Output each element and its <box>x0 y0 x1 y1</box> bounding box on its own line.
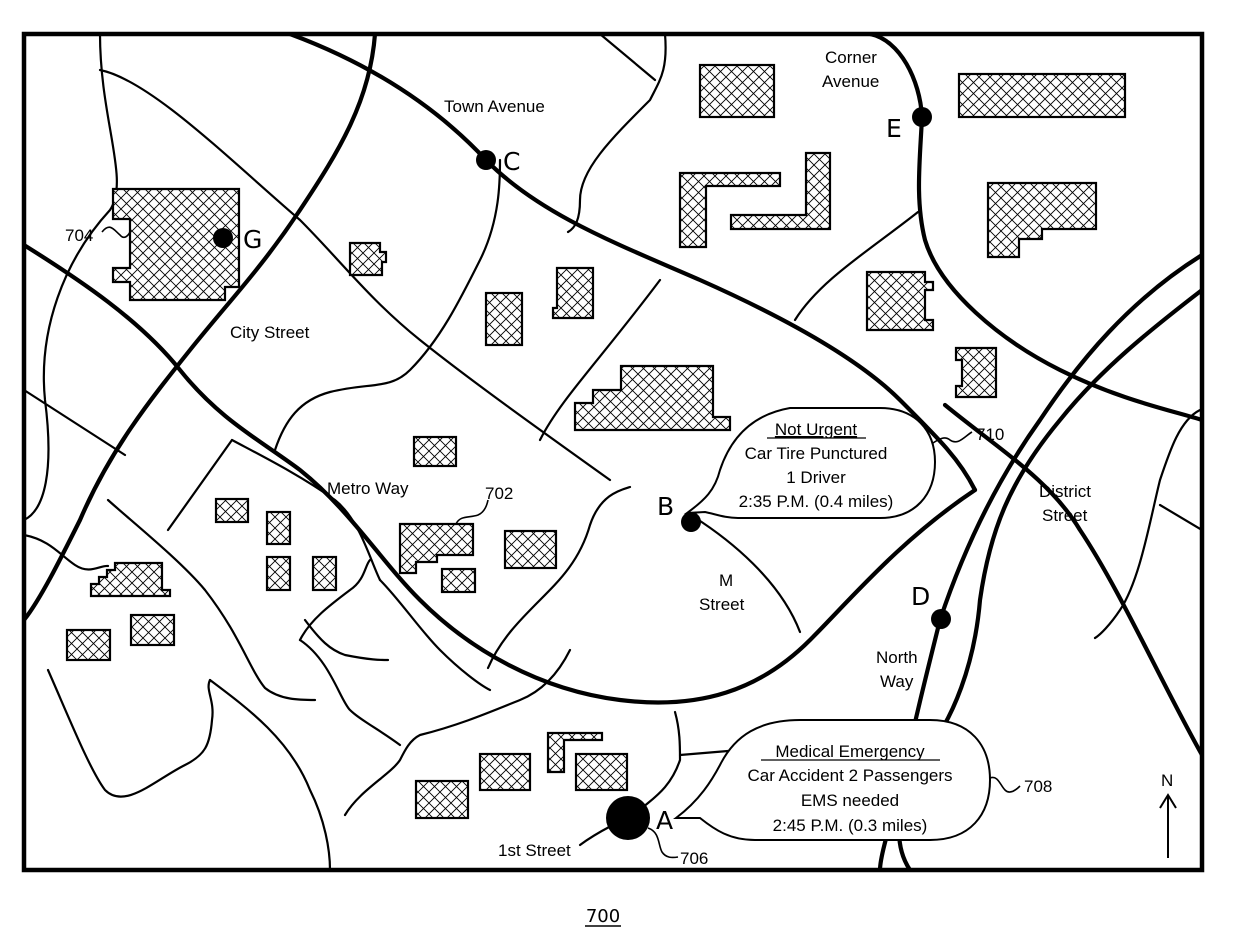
building <box>957 72 1127 119</box>
leader-704 <box>101 226 131 239</box>
label-metro-way: Metro Way <box>327 479 409 498</box>
building <box>311 555 338 592</box>
ref-702: 702 <box>485 484 513 503</box>
building <box>65 628 112 662</box>
road-minor <box>566 34 667 234</box>
road-minor <box>230 438 382 582</box>
callout-b-time-distance: 2:35 P.M. (0.4 miles) <box>739 492 894 511</box>
point-c-marker[interactable] <box>476 150 496 170</box>
building <box>678 171 782 249</box>
road-minor <box>303 618 390 662</box>
building <box>986 181 1098 259</box>
leader-708 <box>989 776 1021 793</box>
figure-number: 700 <box>586 906 620 927</box>
point-b-marker[interactable] <box>681 512 701 532</box>
point-d-label: D <box>911 582 930 611</box>
incident-callout-a[interactable]: Medical Emergency Car Accident 2 Passeng… <box>673 719 992 841</box>
point-a-label: A <box>656 806 673 835</box>
building <box>440 567 477 594</box>
building <box>348 241 388 277</box>
point-d-marker[interactable] <box>931 609 951 629</box>
callout-a-services: EMS needed <box>801 791 899 810</box>
ref-710: 710 <box>976 425 1004 444</box>
point-g-marker[interactable] <box>213 228 233 248</box>
callout-b-title: Not Urgent <box>775 420 857 439</box>
building <box>265 555 292 592</box>
label-m-street-2: Street <box>699 595 745 614</box>
road-minor <box>208 678 332 870</box>
building <box>89 561 172 598</box>
point-e-marker[interactable] <box>912 107 932 127</box>
building <box>954 346 998 399</box>
building <box>129 613 176 647</box>
road-minor <box>1093 408 1202 640</box>
building <box>412 435 458 468</box>
point-e-label: E <box>886 114 902 143</box>
building <box>265 510 292 546</box>
label-corner-avenue-1: Corner <box>825 48 877 67</box>
road-minor <box>378 578 492 692</box>
building <box>574 752 629 792</box>
road-minor <box>46 668 214 798</box>
point-c-label: C <box>503 147 520 176</box>
north-arrow: N <box>1159 771 1177 858</box>
label-m-street-1: M <box>719 571 733 590</box>
road-minor <box>1158 503 1202 532</box>
callout-a-title: Medical Emergency <box>775 742 925 761</box>
north-label: N <box>1161 771 1173 790</box>
building <box>478 752 532 792</box>
label-north-way-2: Way <box>880 672 914 691</box>
road-minor <box>24 388 127 457</box>
building <box>414 779 470 820</box>
callout-b-people: 1 Driver <box>786 468 846 487</box>
building <box>551 266 595 320</box>
road-minor <box>273 158 502 452</box>
label-corner-avenue-2: Avenue <box>822 72 879 91</box>
callout-b-description: Car Tire Punctured <box>745 444 888 463</box>
callout-a-time-distance: 2:45 P.M. (0.3 miles) <box>773 816 928 835</box>
incident-map: Town Avenue Corner Avenue City Street Me… <box>21 31 1205 927</box>
ref-706: 706 <box>680 849 708 868</box>
road-city-street <box>24 34 378 623</box>
label-north-way-1: North <box>876 648 918 667</box>
building-702 <box>398 522 475 575</box>
ref-704: 704 <box>65 226 93 245</box>
point-g-label: G <box>243 225 262 254</box>
minor-roads <box>24 34 1202 870</box>
leader-702 <box>455 499 489 525</box>
road-minor <box>692 515 802 634</box>
label-district-street-2: Street <box>1042 506 1088 525</box>
point-a-marker[interactable] <box>606 796 650 840</box>
road-minor <box>486 485 632 670</box>
building <box>503 529 558 570</box>
building <box>214 497 250 524</box>
label-town-avenue: Town Avenue <box>444 97 545 116</box>
building <box>865 270 935 332</box>
callout-a-description: Car Accident 2 Passengers <box>747 766 952 785</box>
label-1st-street: 1st Street <box>498 841 571 860</box>
buildings <box>65 63 1127 820</box>
building <box>729 151 832 231</box>
road-minor <box>638 710 682 812</box>
label-district-street-1: District <box>1039 482 1091 501</box>
building <box>698 63 776 119</box>
road-minor <box>598 34 657 82</box>
ref-708: 708 <box>1024 777 1052 796</box>
point-b-label: B <box>657 492 674 521</box>
building <box>484 291 524 347</box>
map-frame <box>21 31 1205 873</box>
building <box>573 364 732 432</box>
label-city-street: City Street <box>230 323 310 342</box>
major-roads <box>24 34 1202 870</box>
